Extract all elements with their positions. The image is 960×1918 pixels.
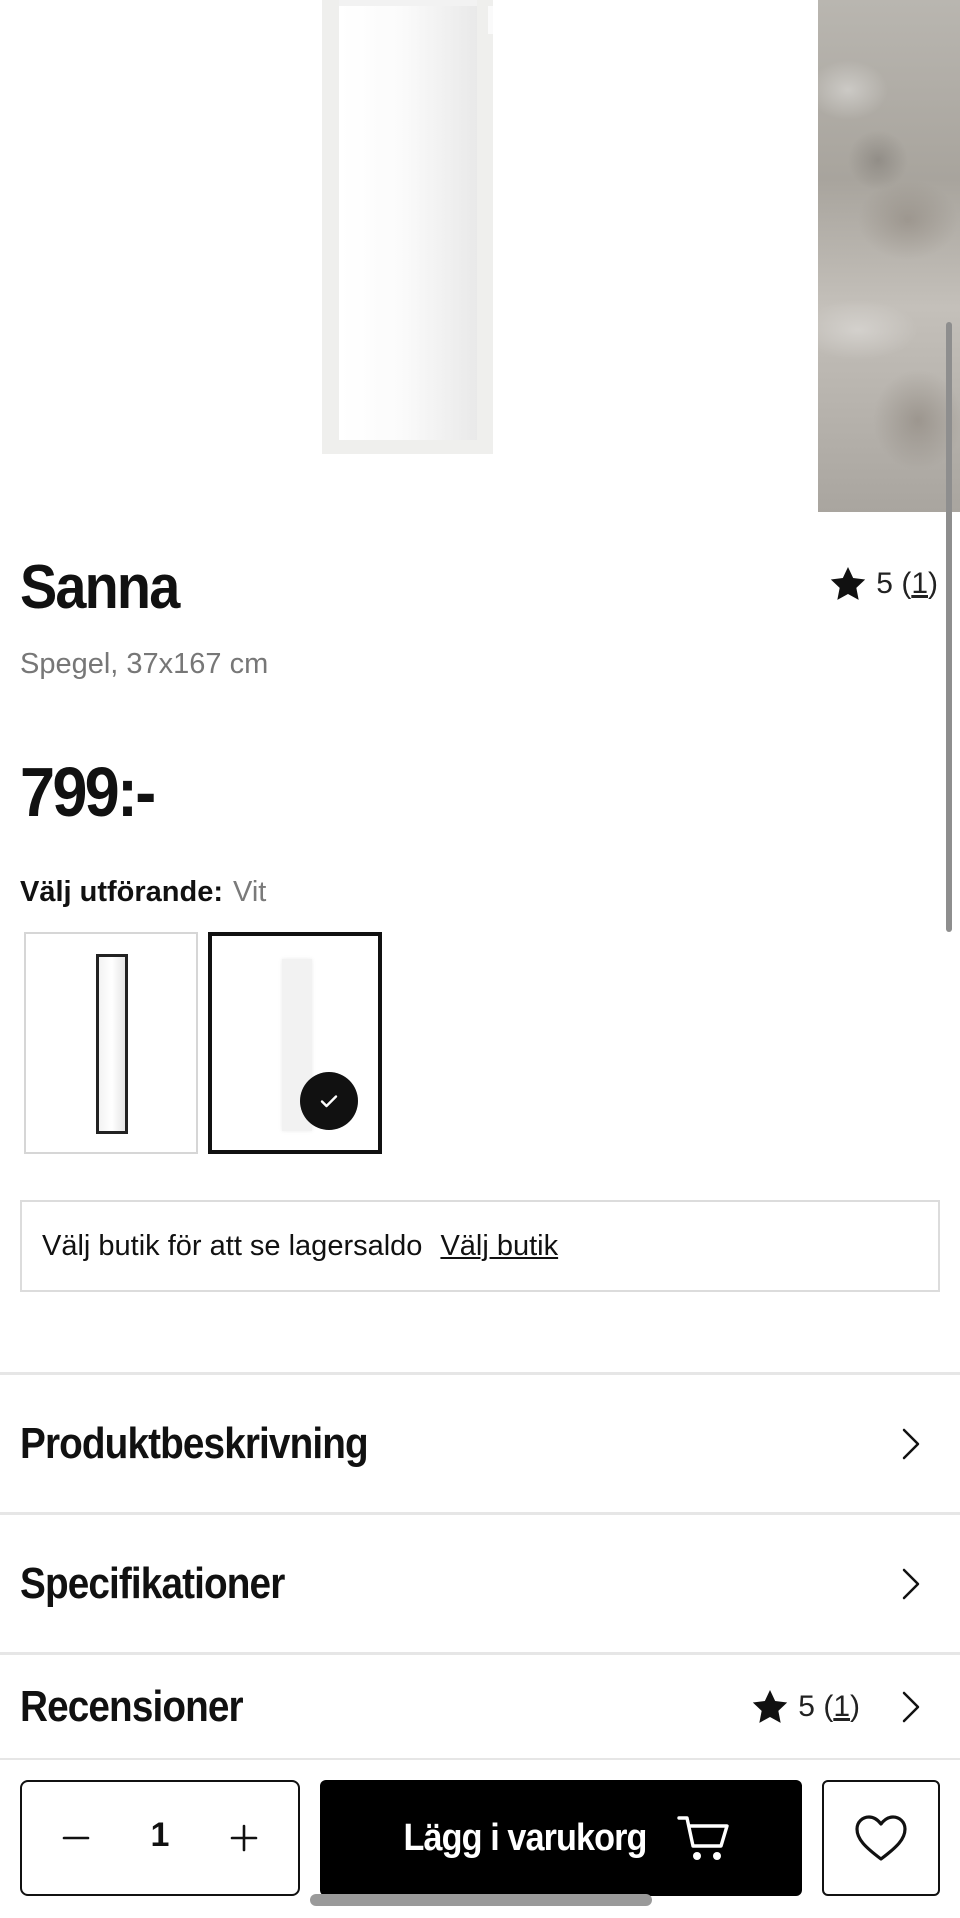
- mirror-top-edge: [339, 0, 477, 6]
- product-rating[interactable]: 5 (1): [828, 564, 938, 604]
- plus-icon: [230, 1824, 258, 1852]
- variant-swatch-white[interactable]: [208, 932, 382, 1154]
- rating-close-paren: ): [850, 1690, 860, 1723]
- mirror-reflection: [488, 6, 498, 34]
- star-icon: [753, 1690, 788, 1723]
- star-icon: [831, 567, 866, 600]
- rating-close-paren: ): [928, 567, 938, 600]
- selected-check-icon: [300, 1072, 358, 1130]
- chevron-right-icon: [902, 1691, 920, 1723]
- mirror-glass-surface: [339, 0, 477, 440]
- chevron-right-icon: [902, 1568, 920, 1600]
- heart-icon: [855, 1815, 907, 1861]
- black-frame-mirror-thumbnail: [96, 954, 128, 1134]
- choose-store-link[interactable]: Välj butik: [440, 1230, 558, 1263]
- rating-open-paren: (: [823, 1690, 834, 1723]
- variant-label: Välj utförande: Vit: [20, 876, 266, 909]
- reviews-rating-count: 1: [833, 1690, 850, 1723]
- rating-score: 5: [876, 567, 893, 600]
- home-indicator: [310, 1894, 652, 1906]
- page-scrollbar[interactable]: [946, 322, 952, 932]
- quantity-stepper: 1: [20, 1780, 300, 1896]
- accordion-product-description[interactable]: Produktbeskrivning: [0, 1375, 960, 1513]
- store-stock-text: Välj butik för att se lagersaldo: [42, 1229, 423, 1262]
- accordion-title: Recensioner: [20, 1682, 244, 1731]
- accordion-title: Specifikationer: [20, 1559, 285, 1608]
- product-title: Sanna: [20, 553, 180, 622]
- cart-icon: [677, 1816, 729, 1860]
- reviews-rating-score: 5: [798, 1690, 815, 1723]
- product-price: 799:-: [20, 753, 156, 831]
- add-to-cart-label: Lägg i varukorg: [403, 1816, 647, 1859]
- rating-count-link[interactable]: 1: [911, 567, 928, 600]
- store-stock-box: Välj butik för att se lagersaldo Välj bu…: [20, 1200, 940, 1292]
- product-subtitle: Spegel, 37x167 cm: [20, 648, 269, 680]
- accordion-reviews[interactable]: Recensioner 5 (1): [0, 1655, 960, 1759]
- variant-selected-value: Vit: [233, 876, 267, 908]
- accordion-specifications[interactable]: Specifikationer: [0, 1515, 960, 1653]
- variant-label-text: Välj utförande:: [20, 876, 224, 908]
- increase-quantity-button[interactable]: [218, 1812, 270, 1864]
- next-gallery-image[interactable]: [818, 0, 960, 512]
- rating-open-paren: (: [901, 567, 912, 600]
- add-to-cart-button[interactable]: Lägg i varukorg: [320, 1780, 802, 1896]
- add-to-wishlist-button[interactable]: [822, 1780, 940, 1896]
- variant-swatch-black[interactable]: [24, 932, 198, 1154]
- product-image-gallery[interactable]: [0, 0, 960, 512]
- reviews-rating: 5 (1): [750, 1687, 860, 1727]
- accordion-title: Produktbeskrivning: [20, 1419, 369, 1468]
- chevron-right-icon: [902, 1428, 920, 1460]
